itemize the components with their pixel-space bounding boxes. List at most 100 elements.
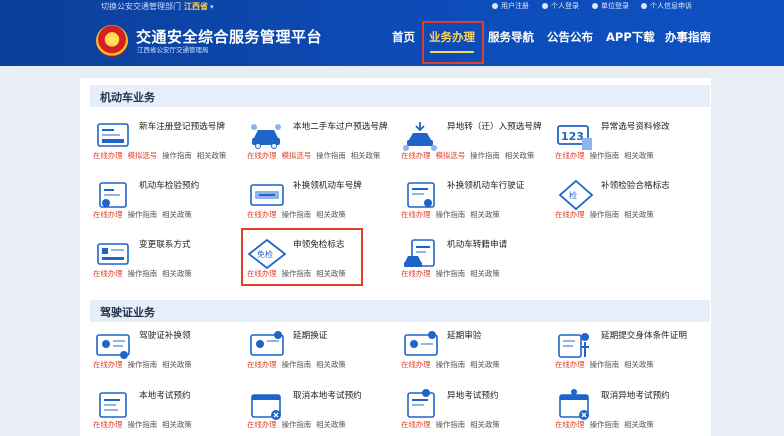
license-renew-icon[interactable] xyxy=(248,329,288,361)
online-apply-link[interactable]: 在线办理 xyxy=(93,210,123,219)
online-apply-link[interactable]: 在线办理 xyxy=(247,360,277,369)
guide-link[interactable]: 操作指南 xyxy=(590,151,620,160)
policy-link[interactable]: 相关政策 xyxy=(162,269,192,278)
guide-link[interactable]: 操作指南 xyxy=(590,210,620,219)
simulate-selection-link[interactable]: 模拟选号 xyxy=(128,151,158,160)
guide-link[interactable]: 操作指南 xyxy=(470,151,500,160)
company-login-link[interactable]: 单位登录 xyxy=(592,1,629,11)
policy-link[interactable]: 相关政策 xyxy=(470,210,500,219)
guide-link[interactable]: 操作指南 xyxy=(282,420,312,429)
new-car-plate-icon[interactable] xyxy=(94,120,134,152)
transfer-registration-icon[interactable] xyxy=(402,238,442,270)
online-apply-link[interactable]: 在线办理 xyxy=(555,360,585,369)
online-apply-link[interactable]: 在线办理 xyxy=(247,151,277,160)
policy-link[interactable]: 相关政策 xyxy=(316,210,346,219)
service-name[interactable]: 驾驶证补换领 xyxy=(139,330,243,342)
health-certificate-icon[interactable] xyxy=(556,329,596,361)
policy-link[interactable]: 相关政策 xyxy=(162,210,192,219)
guide-link[interactable]: 操作指南 xyxy=(282,360,312,369)
service-name[interactable]: 本地二手车过户预选号牌 xyxy=(293,121,397,133)
contact-card-icon[interactable] xyxy=(94,238,134,270)
service-name[interactable]: 补领检验合格标志 xyxy=(601,180,705,192)
service-name[interactable]: 变更联系方式 xyxy=(139,239,243,251)
simulate-selection-link[interactable]: 模拟选号 xyxy=(436,151,466,160)
inspection-appointment-icon[interactable] xyxy=(94,179,134,211)
department-switcher[interactable]: 切换公安交通管理部门 江西省 ▾ xyxy=(101,1,214,12)
service-name[interactable]: 异地考试预约 xyxy=(447,390,551,402)
policy-link[interactable]: 相关政策 xyxy=(624,151,654,160)
guide-link[interactable]: 操作指南 xyxy=(316,151,346,160)
service-name[interactable]: 机动车检验预约 xyxy=(139,180,243,192)
guide-link[interactable]: 操作指南 xyxy=(436,269,466,278)
guide-link[interactable]: 操作指南 xyxy=(590,420,620,429)
online-apply-link[interactable]: 在线办理 xyxy=(93,269,123,278)
online-apply-link[interactable]: 在线办理 xyxy=(247,210,277,219)
online-apply-link[interactable]: 在线办理 xyxy=(93,151,123,160)
online-apply-link[interactable]: 在线办理 xyxy=(93,360,123,369)
local-exam-icon[interactable] xyxy=(94,389,134,421)
service-name[interactable]: 延期提交身体条件证明 xyxy=(601,330,705,342)
guide-link[interactable]: 操作指南 xyxy=(162,151,192,160)
online-apply-link[interactable]: 在线办理 xyxy=(401,360,431,369)
nav-service-guide[interactable]: 服务导航 xyxy=(488,29,534,45)
replace-plate-icon[interactable] xyxy=(248,179,288,211)
policy-link[interactable]: 相关政策 xyxy=(316,420,346,429)
policy-link[interactable]: 相关政策 xyxy=(162,360,192,369)
replace-license-icon[interactable] xyxy=(402,179,442,211)
online-apply-link[interactable]: 在线办理 xyxy=(93,420,123,429)
plate-123-icon[interactable]: 123 xyxy=(556,120,596,152)
nav-app-download[interactable]: APP下载 xyxy=(606,29,655,45)
policy-link[interactable]: 相关政策 xyxy=(162,420,192,429)
cancel-remote-exam-icon[interactable] xyxy=(556,389,596,421)
policy-link[interactable]: 相关政策 xyxy=(351,151,381,160)
online-apply-link[interactable]: 在线办理 xyxy=(401,269,431,278)
policy-link[interactable]: 相关政策 xyxy=(624,210,654,219)
guide-link[interactable]: 操作指南 xyxy=(128,210,158,219)
nav-home[interactable]: 首页 xyxy=(392,29,415,45)
online-apply-link[interactable]: 在线办理 xyxy=(247,420,277,429)
guide-link[interactable]: 操作指南 xyxy=(128,269,158,278)
appeal-link[interactable]: 个人信息申诉 xyxy=(641,1,692,11)
guide-link[interactable]: 操作指南 xyxy=(128,360,158,369)
service-name[interactable]: 延期审验 xyxy=(447,330,551,342)
service-name[interactable]: 补换领机动车号牌 xyxy=(293,180,397,192)
remote-exam-icon[interactable] xyxy=(402,389,442,421)
service-name[interactable]: 机动车转籍申请 xyxy=(447,239,551,251)
guide-link[interactable]: 操作指南 xyxy=(282,210,312,219)
policy-link[interactable]: 相关政策 xyxy=(197,151,227,160)
inspection-badge-icon[interactable]: 检 xyxy=(556,179,596,211)
online-apply-link[interactable]: 在线办理 xyxy=(401,151,431,160)
online-apply-link[interactable]: 在线办理 xyxy=(401,420,431,429)
guide-link[interactable]: 操作指南 xyxy=(590,360,620,369)
online-apply-link[interactable]: 在线办理 xyxy=(555,420,585,429)
guide-link[interactable]: 操作指南 xyxy=(436,210,466,219)
service-name[interactable]: 新车注册登记预选号牌 xyxy=(139,121,243,133)
nav-announcements[interactable]: 公告公布 xyxy=(547,29,593,45)
personal-login-link[interactable]: 个人登录 xyxy=(542,1,579,11)
policy-link[interactable]: 相关政策 xyxy=(624,420,654,429)
guide-link[interactable]: 操作指南 xyxy=(436,420,466,429)
service-name[interactable]: 本地考试预约 xyxy=(139,390,243,402)
license-replace-icon[interactable] xyxy=(94,329,134,361)
online-apply-link[interactable]: 在线办理 xyxy=(555,151,585,160)
used-car-transfer-icon[interactable] xyxy=(248,120,288,152)
policy-link[interactable]: 相关政策 xyxy=(470,269,500,278)
service-name[interactable]: 异地转（迁）入预选号牌 xyxy=(447,121,551,133)
policy-link[interactable]: 相关政策 xyxy=(470,360,500,369)
service-name[interactable]: 延期换证 xyxy=(293,330,397,342)
nav-handbook[interactable]: 办事指南 xyxy=(665,29,711,45)
transfer-in-icon[interactable] xyxy=(402,120,442,152)
service-name[interactable]: 取消异地考试预约 xyxy=(601,390,705,402)
simulate-selection-link[interactable]: 模拟选号 xyxy=(282,151,312,160)
register-link[interactable]: 用户注册 xyxy=(492,1,529,11)
online-apply-link[interactable]: 在线办理 xyxy=(401,210,431,219)
cancel-local-exam-icon[interactable] xyxy=(248,389,288,421)
service-name[interactable]: 异常选号资料修改 xyxy=(601,121,705,133)
policy-link[interactable]: 相关政策 xyxy=(316,360,346,369)
service-name[interactable]: 取消本地考试预约 xyxy=(293,390,397,402)
policy-link[interactable]: 相关政策 xyxy=(505,151,535,160)
guide-link[interactable]: 操作指南 xyxy=(436,360,466,369)
online-apply-link[interactable]: 在线办理 xyxy=(555,210,585,219)
policy-link[interactable]: 相关政策 xyxy=(470,420,500,429)
license-review-icon[interactable] xyxy=(402,329,442,361)
